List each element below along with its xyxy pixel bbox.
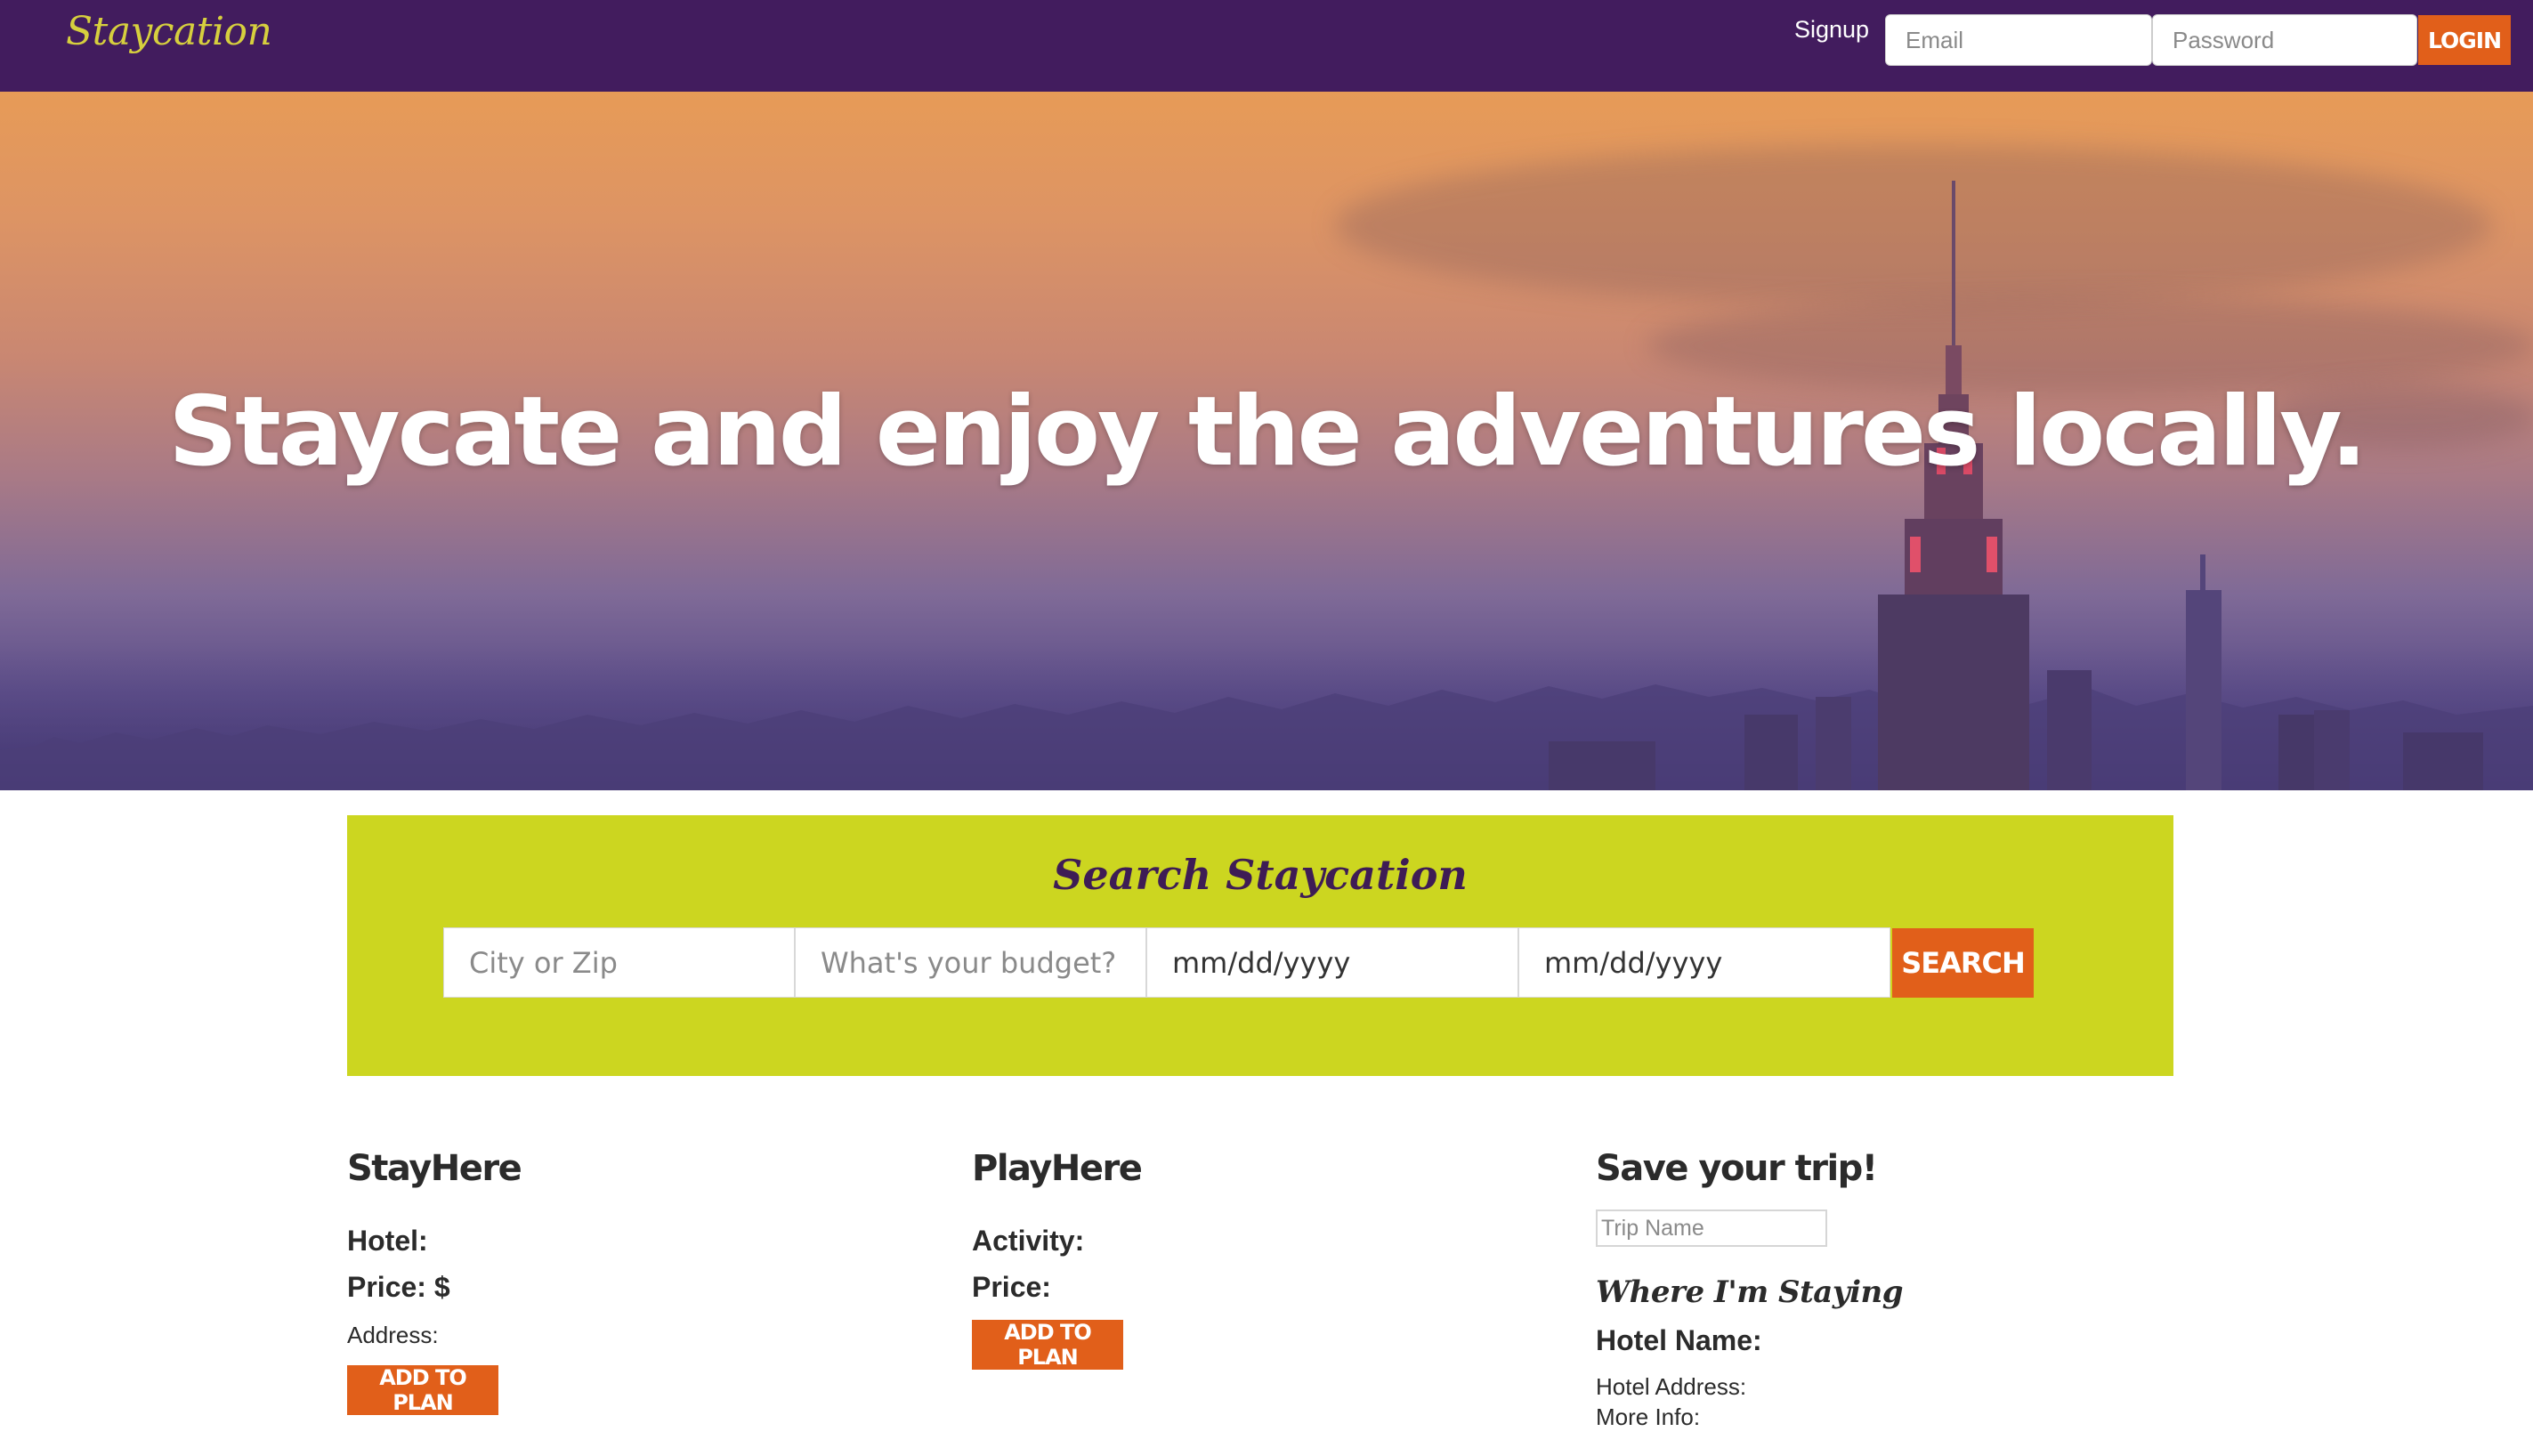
budget-input[interactable] <box>795 927 1146 998</box>
play-here-heading: PlayHere <box>972 1148 1143 1189</box>
activity-price-label: Price: <box>972 1271 1051 1303</box>
hotel-address-label: Address: <box>347 1322 439 1348</box>
search-button[interactable]: SEARCH <box>1892 928 2034 998</box>
email-field[interactable] <box>1885 14 2152 66</box>
city-zip-input[interactable] <box>443 927 795 998</box>
add-hotel-to-plan-button[interactable]: ADD TO PLAN <box>347 1365 498 1415</box>
hero-banner: Staycate and enjoy the adventures locall… <box>0 92 2533 790</box>
hotel-price-label: Price: $ <box>347 1271 450 1303</box>
saved-hotel-address-label: Hotel Address: <box>1596 1373 1747 1400</box>
brand-logo[interactable]: Staycation <box>66 9 272 54</box>
more-info-label: More Info: <box>1596 1403 1701 1430</box>
add-activity-to-plan-button[interactable]: ADD TO PLAN <box>972 1320 1123 1370</box>
save-trip-heading: Save your trip! <box>1596 1148 1878 1189</box>
password-field[interactable] <box>2152 14 2417 66</box>
where-staying-heading: Where I'm Staying <box>1596 1274 1904 1310</box>
end-date-input[interactable]: mm/dd/yyyy <box>1518 927 1890 998</box>
search-panel: Search Staycation mm/dd/yyyy mm/dd/yyyy … <box>347 815 2173 1076</box>
search-title: Search Staycation <box>1053 851 1468 899</box>
hotel-name-label: Hotel Name: <box>1596 1324 1762 1356</box>
activity-label: Activity: <box>972 1225 1085 1257</box>
hero-title: Staycate and enjoy the adventures locall… <box>168 376 2367 488</box>
signup-link[interactable]: Signup <box>1794 16 1869 44</box>
top-navbar: Staycation Signup LOGIN <box>0 0 2533 92</box>
trip-name-input[interactable] <box>1596 1209 1827 1247</box>
start-date-input[interactable]: mm/dd/yyyy <box>1146 927 1518 998</box>
hotel-label: Hotel: <box>347 1225 428 1257</box>
stay-here-heading: StayHere <box>347 1148 522 1189</box>
login-button[interactable]: LOGIN <box>2418 15 2511 65</box>
